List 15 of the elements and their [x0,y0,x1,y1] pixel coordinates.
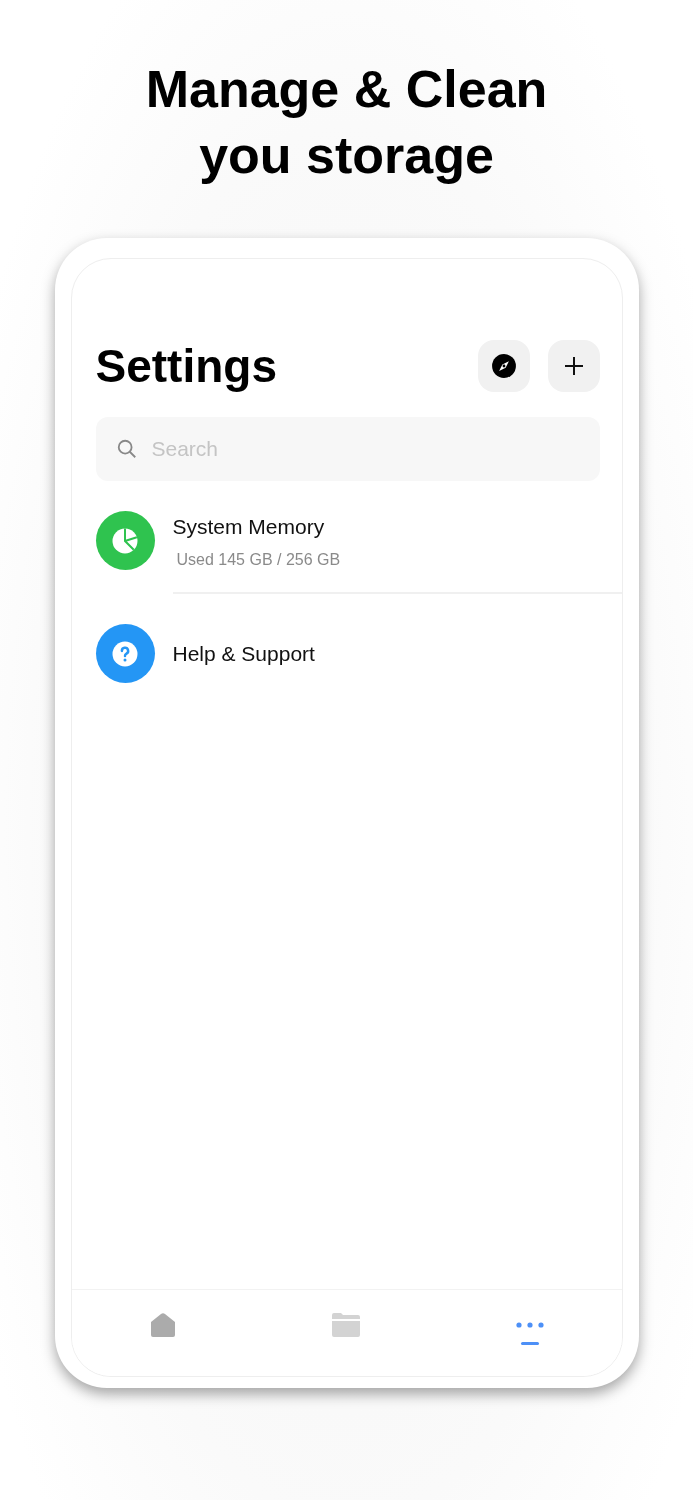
compass-icon [490,353,517,379]
settings-item[interactable]: Help & Support [71,624,622,683]
item-title: System Memory [172,515,326,539]
headline: Manage & Clean [145,59,548,120]
item-subtitle: Used 145 GB / 256 GB [176,551,342,569]
settings-item[interactable]: System Memory Used 145 GB / 256 GB [71,511,622,594]
folder-icon [330,1311,363,1338]
headline: you storage [199,125,494,186]
screen-title: Settings [95,339,278,393]
more-icon [515,1321,544,1328]
item-title: Help & Support [172,641,316,666]
house-icon [149,1311,178,1338]
add-button[interactable] [547,340,600,392]
search-icon [115,438,138,460]
compass-button[interactable] [477,340,530,392]
